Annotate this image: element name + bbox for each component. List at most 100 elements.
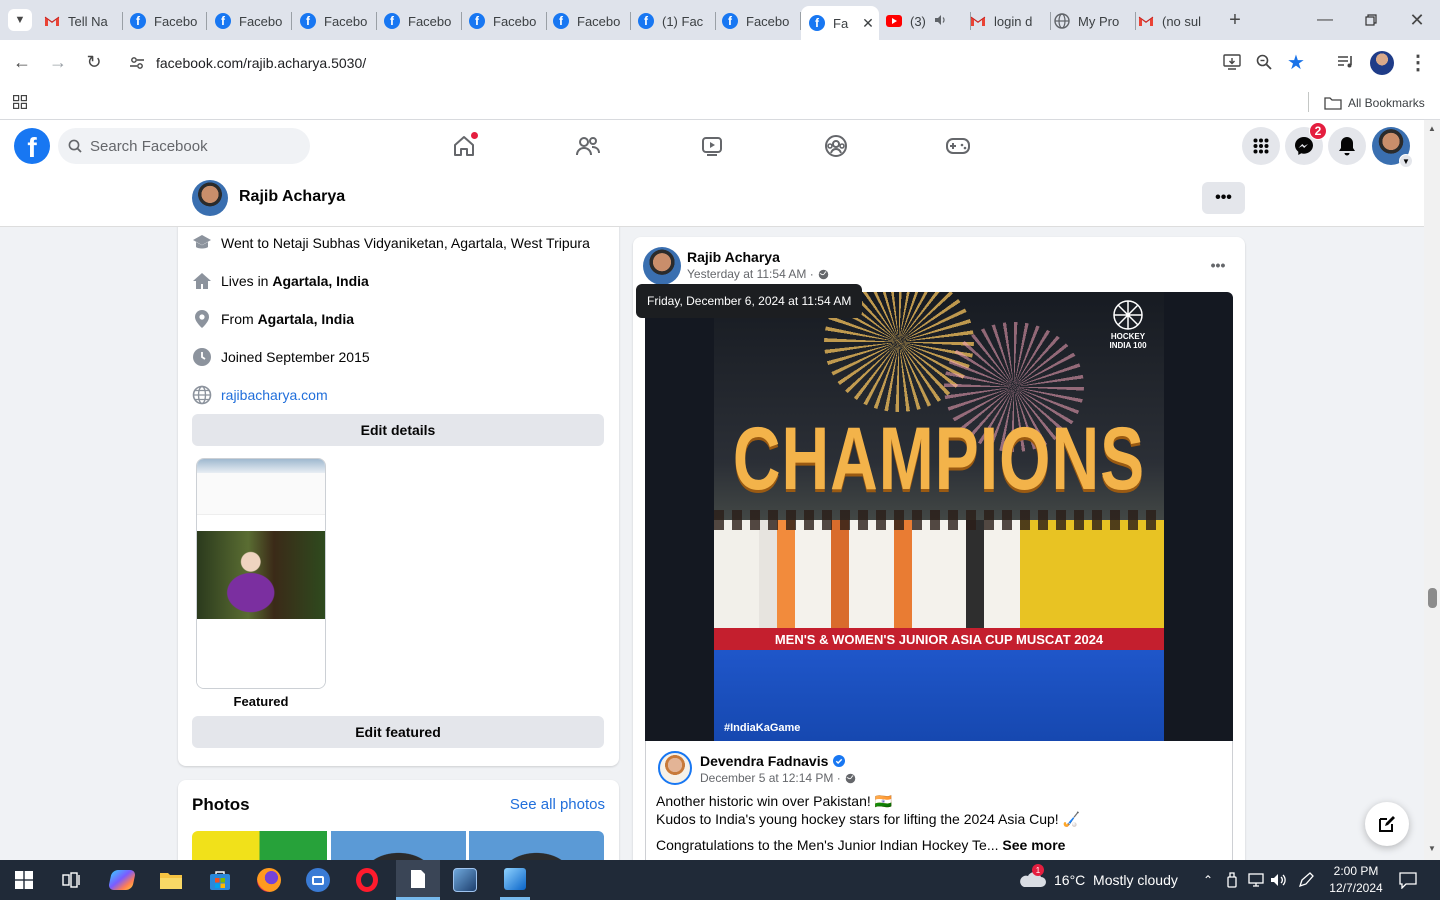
install-app-icon[interactable] <box>1220 50 1244 74</box>
clock-area[interactable]: 2:00 PM 12/7/2024 <box>1322 863 1390 897</box>
browser-tab[interactable]: f Facebo <box>722 8 796 34</box>
close-tab-icon[interactable]: ✕ <box>862 15 874 32</box>
browser-tab[interactable]: f Facebo <box>130 8 204 34</box>
volume-icon[interactable] <box>1265 866 1293 894</box>
post-image[interactable]: HOCKEY INDIA 100 CHAMPIONS MEN'S & WOMEN… <box>645 292 1233 741</box>
menu-grid-button[interactable] <box>1242 127 1280 165</box>
post-options-button[interactable]: ••• <box>1205 255 1231 275</box>
new-message-button[interactable] <box>1365 802 1409 846</box>
start-button[interactable] <box>10 866 38 894</box>
profile-name[interactable]: Rajib Acharya <box>239 188 345 206</box>
browser-tab[interactable]: (no sul <box>1138 8 1212 34</box>
post-time-text[interactable]: Yesterday at 11:54 AM · <box>687 267 814 281</box>
restore-button[interactable] <box>1358 8 1384 32</box>
firefox-icon[interactable] <box>255 866 283 894</box>
messenger-button[interactable]: 2 <box>1285 122 1327 165</box>
browser-tab[interactable]: Tell Na <box>44 8 118 34</box>
tab-title[interactable]: Facebo <box>154 14 197 29</box>
shared-author-avatar[interactable] <box>658 751 692 785</box>
pen-menu-icon[interactable] <box>1292 866 1320 894</box>
edit-details-button[interactable]: Edit details <box>192 414 604 446</box>
photos-app-icon[interactable] <box>500 860 530 900</box>
browser-tab[interactable]: f Facebo <box>384 8 458 34</box>
scroll-up-arrow[interactable]: ▲ <box>1428 124 1436 133</box>
tab-title[interactable]: Facebo <box>493 14 536 29</box>
reload-button[interactable]: ↻ <box>82 50 106 74</box>
facebook-logo-icon[interactable]: f <box>14 128 50 164</box>
post-author-avatar[interactable] <box>643 247 681 285</box>
tab-title[interactable]: (1) Fac <box>662 14 703 29</box>
tab-title[interactable]: Fa <box>833 16 848 31</box>
all-bookmarks-button[interactable]: All Bookmarks <box>1324 92 1425 114</box>
notepad-icon[interactable] <box>396 860 440 900</box>
opera-icon[interactable] <box>353 866 381 894</box>
tab-title[interactable]: Facebo <box>324 14 367 29</box>
search-input[interactable]: Search Facebook <box>90 138 208 155</box>
website-link[interactable]: rajibacharya.com <box>221 387 328 403</box>
zoom-icon[interactable] <box>1252 50 1276 74</box>
close-window-button[interactable]: ✕ <box>1404 8 1430 32</box>
post-author-name[interactable]: Rajib Acharya <box>687 249 780 265</box>
notification-center-icon[interactable] <box>1394 866 1422 894</box>
microsoft-store-icon[interactable] <box>206 866 234 894</box>
minimize-button[interactable]: — <box>1312 8 1338 32</box>
bookmark-star-icon[interactable]: ★ <box>1284 50 1308 74</box>
notifications-button[interactable] <box>1328 127 1366 165</box>
tab-search-button[interactable]: ▼ <box>8 9 32 31</box>
tab-title[interactable]: My Pro <box>1078 14 1119 29</box>
media-controls-icon[interactable] <box>1334 50 1358 74</box>
tab-title[interactable]: Facebo <box>577 14 620 29</box>
see-all-photos-link[interactable]: See all photos <box>510 796 605 813</box>
from-place[interactable]: Agartala, India <box>258 311 354 327</box>
weather-text[interactable]: 16°C Mostly cloudy <box>1054 872 1178 888</box>
tab-title[interactable]: Tell Na <box>68 14 108 29</box>
browser-tab[interactable]: (3) <box>886 8 960 34</box>
photo-thumb[interactable] <box>192 831 327 860</box>
task-view-icon[interactable] <box>58 866 86 894</box>
browser-tab[interactable]: f Facebo <box>300 8 374 34</box>
see-more-link[interactable]: See more <box>1002 837 1065 853</box>
lives-place[interactable]: Agartala, India <box>272 273 368 289</box>
browser-profile-avatar[interactable] <box>1370 51 1394 75</box>
post-timestamp[interactable]: Yesterday at 11:54 AM · <box>687 267 829 281</box>
browser-tab[interactable]: f Fa ✕ <box>801 6 879 40</box>
site-settings-icon[interactable] <box>126 55 148 71</box>
tab-title[interactable]: Facebo <box>239 14 282 29</box>
back-button[interactable]: ← <box>10 50 34 74</box>
url-text[interactable]: facebook.com/rajib.acharya.5030/ <box>156 55 366 71</box>
all-bookmarks-label[interactable]: All Bookmarks <box>1348 96 1425 110</box>
weather-widget[interactable]: 1 16°C Mostly cloudy <box>1018 864 1178 893</box>
shared-time-text[interactable]: December 5 at 12:14 PM · <box>700 771 841 785</box>
nav-groups-tab[interactable] <box>812 124 860 168</box>
forward-button[interactable]: → <box>46 50 70 74</box>
nav-friends-tab[interactable] <box>564 124 612 168</box>
featured-thumbnail[interactable] <box>196 458 326 689</box>
page-scrollbar[interactable]: ▲ ▼ <box>1424 120 1440 860</box>
profile-avatar[interactable] <box>192 180 228 216</box>
tab-title[interactable]: (3) <box>910 14 926 29</box>
browser-tab[interactable]: f (1) Fac <box>638 8 712 34</box>
browser-menu-icon[interactable]: ⋮ <box>1406 50 1430 74</box>
photo-thumb[interactable] <box>469 831 604 860</box>
snipping-tool-icon[interactable] <box>451 866 479 894</box>
tab-title[interactable]: Facebo <box>746 14 789 29</box>
browser-tab[interactable]: f Facebo <box>469 8 543 34</box>
search-box[interactable]: Search Facebook <box>58 128 310 164</box>
profile-more-button[interactable]: ••• <box>1202 182 1245 214</box>
nav-home-tab[interactable] <box>440 124 488 168</box>
browser-tab[interactable]: My Pro <box>1054 8 1128 34</box>
edit-featured-button[interactable]: Edit featured <box>192 716 604 748</box>
tab-title[interactable]: (no sul <box>1162 14 1201 29</box>
account-avatar[interactable]: ▼ <box>1372 127 1413 168</box>
photo-thumb[interactable] <box>331 831 466 860</box>
tab-title[interactable]: Facebo <box>408 14 451 29</box>
browser-tab[interactable]: f Facebo <box>215 8 289 34</box>
scroll-down-arrow[interactable]: ▼ <box>1428 844 1436 853</box>
nav-gaming-tab[interactable] <box>934 124 982 168</box>
file-explorer-icon[interactable] <box>157 866 185 894</box>
tab-title[interactable]: login d <box>994 14 1032 29</box>
shared-timestamp[interactable]: December 5 at 12:14 PM · <box>700 771 856 785</box>
copilot-icon[interactable] <box>107 866 137 894</box>
speaker-icon[interactable] <box>934 14 948 29</box>
omnibox[interactable]: facebook.com/rajib.acharya.5030/ <box>120 46 1320 80</box>
